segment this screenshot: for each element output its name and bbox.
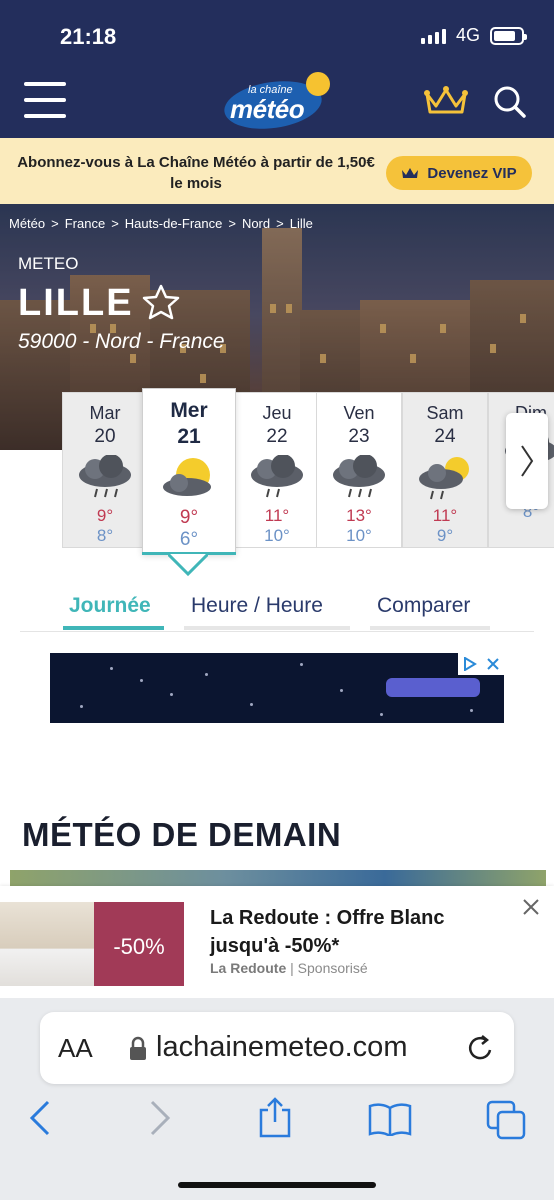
temp-max: 11° bbox=[264, 506, 290, 525]
selected-pointer-icon bbox=[166, 552, 210, 583]
status-time: 21:18 bbox=[60, 24, 117, 49]
day-number: 20 bbox=[94, 426, 116, 447]
city-name: LILLE bbox=[18, 282, 134, 324]
day-card[interactable]: Jeu 22 11° 10° bbox=[234, 392, 320, 548]
day-card[interactable]: Mar 20 9° 8° bbox=[62, 392, 148, 548]
temp-max: 9° bbox=[179, 507, 199, 528]
sponsored-separator: | bbox=[286, 960, 298, 976]
sponsored-card[interactable]: -50% La Redoute : Offre Blanc jusqu'à -5… bbox=[0, 886, 554, 998]
crown-icon bbox=[402, 168, 419, 178]
forecast-days: Mar 20 9° 8° Jeu 22 11° 10° Ven 23 13° 1… bbox=[62, 392, 554, 548]
day-number: 21 bbox=[177, 425, 201, 448]
breadcrumb-meteo[interactable]: Météo bbox=[9, 216, 45, 231]
sun-rain-cloud-icon bbox=[403, 450, 487, 506]
tab-underline bbox=[370, 626, 490, 630]
rain-cloud-icon bbox=[235, 450, 319, 506]
close-icon[interactable] bbox=[523, 898, 539, 921]
battery-icon bbox=[490, 26, 527, 45]
signal-icon bbox=[420, 28, 446, 44]
vip-button-label: Devenez VIP bbox=[427, 164, 517, 182]
day-name: Jeu bbox=[262, 403, 292, 423]
vip-text: Abonnez-vous à La Chaîne Météo à partir … bbox=[17, 154, 375, 192]
temp-min: 10° bbox=[264, 526, 290, 545]
back-icon[interactable] bbox=[28, 1100, 52, 1141]
temp-min: 8° bbox=[96, 526, 114, 545]
city-subtitle: 59000 - Nord - France bbox=[18, 330, 225, 353]
temp-min: 9° bbox=[436, 526, 454, 545]
day-number: 22 bbox=[266, 426, 288, 447]
status-indicators: 4G bbox=[420, 25, 527, 46]
forward-icon[interactable] bbox=[148, 1100, 172, 1141]
day-card-selected[interactable]: Mer 21 9° 6° bbox=[142, 388, 236, 554]
lock-icon bbox=[128, 1036, 148, 1067]
bookmarks-icon[interactable] bbox=[368, 1102, 412, 1141]
next-days-button[interactable] bbox=[506, 413, 548, 509]
view-tabs: Journée Heure / Heure Comparer bbox=[20, 590, 534, 632]
search-icon[interactable] bbox=[492, 84, 528, 125]
tabs-icon[interactable] bbox=[486, 1100, 526, 1145]
section-title: MÉTÉO DE DEMAIN bbox=[22, 816, 342, 853]
breadcrumb: Météo > France > Hauts-de-France > Nord … bbox=[9, 216, 313, 231]
rain-cloud-icon bbox=[63, 450, 147, 506]
sun-icon bbox=[306, 72, 330, 96]
sponsored-brand: La Redoute bbox=[210, 960, 287, 976]
day-card[interactable]: Sam 24 11° 9° bbox=[402, 392, 488, 548]
tab-heure[interactable]: Heure / Heure bbox=[191, 594, 323, 618]
breadcrumb-department[interactable]: Nord bbox=[242, 216, 270, 231]
breadcrumb-separator: > bbox=[276, 216, 284, 231]
close-icon[interactable] bbox=[487, 658, 499, 670]
meteo-label: METEO bbox=[18, 254, 79, 273]
temp-max: 11° bbox=[432, 506, 458, 525]
adchoices-icon[interactable] bbox=[463, 657, 477, 671]
breadcrumb-separator: > bbox=[228, 216, 236, 231]
tab-underline bbox=[184, 626, 350, 630]
day-name: Mer bbox=[170, 399, 208, 422]
temp-max: 9° bbox=[96, 506, 114, 525]
site-logo[interactable]: la chaîne météo bbox=[221, 72, 330, 135]
breadcrumb-france[interactable]: France bbox=[65, 216, 105, 231]
ad-cta-button[interactable] bbox=[386, 678, 480, 697]
tab-journee[interactable]: Journée bbox=[69, 594, 151, 618]
breadcrumb-separator: > bbox=[111, 216, 119, 231]
home-indicator bbox=[178, 1182, 376, 1188]
crown-icon[interactable] bbox=[424, 84, 468, 121]
rain-cloud-icon bbox=[317, 450, 401, 506]
temp-min: 10° bbox=[346, 526, 372, 545]
vip-button[interactable]: Devenez VIP bbox=[386, 156, 532, 190]
sponsored-meta: La Redoute | Sponsorisé bbox=[210, 960, 368, 976]
sponsored-title[interactable]: La Redoute : Offre Blanc jusqu'à -50%* bbox=[210, 904, 510, 960]
breadcrumb-separator: > bbox=[51, 216, 59, 231]
chevron-right-icon bbox=[521, 445, 534, 477]
breadcrumb-region[interactable]: Hauts-de-France bbox=[125, 216, 223, 231]
day-name: Ven bbox=[343, 403, 375, 423]
day-name: Mar bbox=[89, 403, 121, 423]
sun-cloud-icon bbox=[143, 449, 235, 507]
temp-max: 13° bbox=[346, 506, 372, 525]
share-icon[interactable] bbox=[256, 1096, 294, 1143]
menu-icon[interactable] bbox=[24, 82, 66, 118]
temp-min: 6° bbox=[179, 529, 199, 550]
breadcrumb-city[interactable]: Lille bbox=[290, 216, 313, 231]
day-number: 23 bbox=[348, 426, 370, 447]
reader-options-button[interactable]: AA bbox=[58, 1033, 93, 1064]
sponsored-image-promo: -50% bbox=[94, 902, 184, 986]
ad-controls[interactable] bbox=[458, 653, 504, 675]
day-number: 24 bbox=[434, 426, 456, 447]
day-name: Sam bbox=[426, 403, 464, 423]
favorite-star-icon[interactable] bbox=[142, 284, 180, 325]
ad-banner[interactable] bbox=[50, 653, 504, 723]
sponsored-image bbox=[0, 902, 94, 986]
day-card[interactable]: Ven 23 13° 10° bbox=[316, 392, 402, 548]
tab-active-underline bbox=[63, 626, 164, 630]
logo-big-text: météo bbox=[230, 94, 305, 124]
promo-discount: -50% bbox=[113, 934, 165, 959]
tab-comparer[interactable]: Comparer bbox=[377, 594, 470, 618]
network-label: 4G bbox=[455, 25, 480, 45]
sponsored-label: Sponsorisé bbox=[297, 960, 368, 976]
reload-icon[interactable] bbox=[466, 1032, 496, 1069]
url-text[interactable]: lachainemeteo.com bbox=[156, 1031, 407, 1064]
